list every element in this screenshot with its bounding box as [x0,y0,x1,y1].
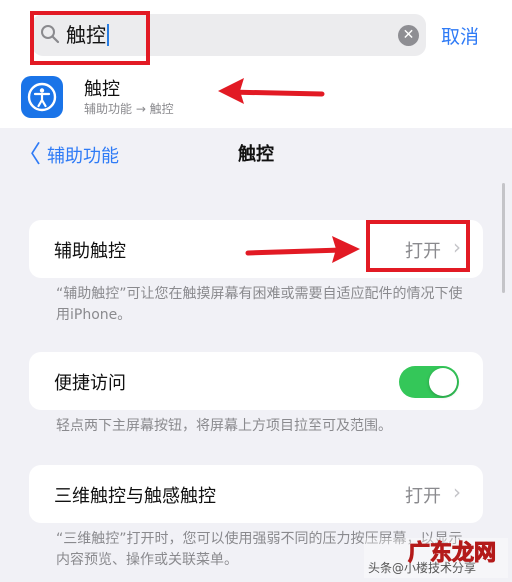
assistive-touch-label: 辅助触控 [54,241,126,262]
highlight-box-assistive [366,220,470,272]
reachability-label: 便捷访问 [54,373,126,394]
haptic-touch-label: 三维触控与触感触控 [54,486,216,507]
haptic-touch-row[interactable]: 三维触控与触感触控 打开 › [29,465,483,523]
svg-text:广东龙网: 广东龙网 [408,540,496,566]
highlight-box-search [30,11,150,65]
accessibility-icon [21,76,63,118]
cancel-button[interactable]: 取消 [441,22,479,49]
page-title: 触控 [238,144,274,165]
watermark-logo: 头条@小楼技术分享 广东龙网 [364,538,508,578]
reachability-note: 轻点两下主屏幕按钮，将屏幕上方项目拉至可及范围。 [56,418,392,434]
result-subtitle: 辅助功能 → 触控 [84,102,174,116]
chevron-right-icon: › [453,480,461,504]
result-title: 触控 [84,79,120,100]
annotation-arrow-assistive [245,236,360,263]
scrollbar[interactable] [502,183,505,293]
annotation-arrow-result [218,78,325,104]
assistive-touch-note: “辅助触控”可让您在触摸屏幕有困难或需要自适应配件的情况下使用iPhone。 [56,286,463,323]
settings-page: 〈辅助功能 触控 辅助触控 打开 › “辅助触控”可让您在触摸屏幕有困难或需要自… [0,128,512,582]
clear-icon[interactable]: ✕ [398,25,419,46]
haptic-touch-value: 打开 [405,486,441,507]
reachability-row: 便捷访问 [29,352,483,410]
toggle-knob [429,368,457,396]
reachability-toggle[interactable] [399,366,459,398]
